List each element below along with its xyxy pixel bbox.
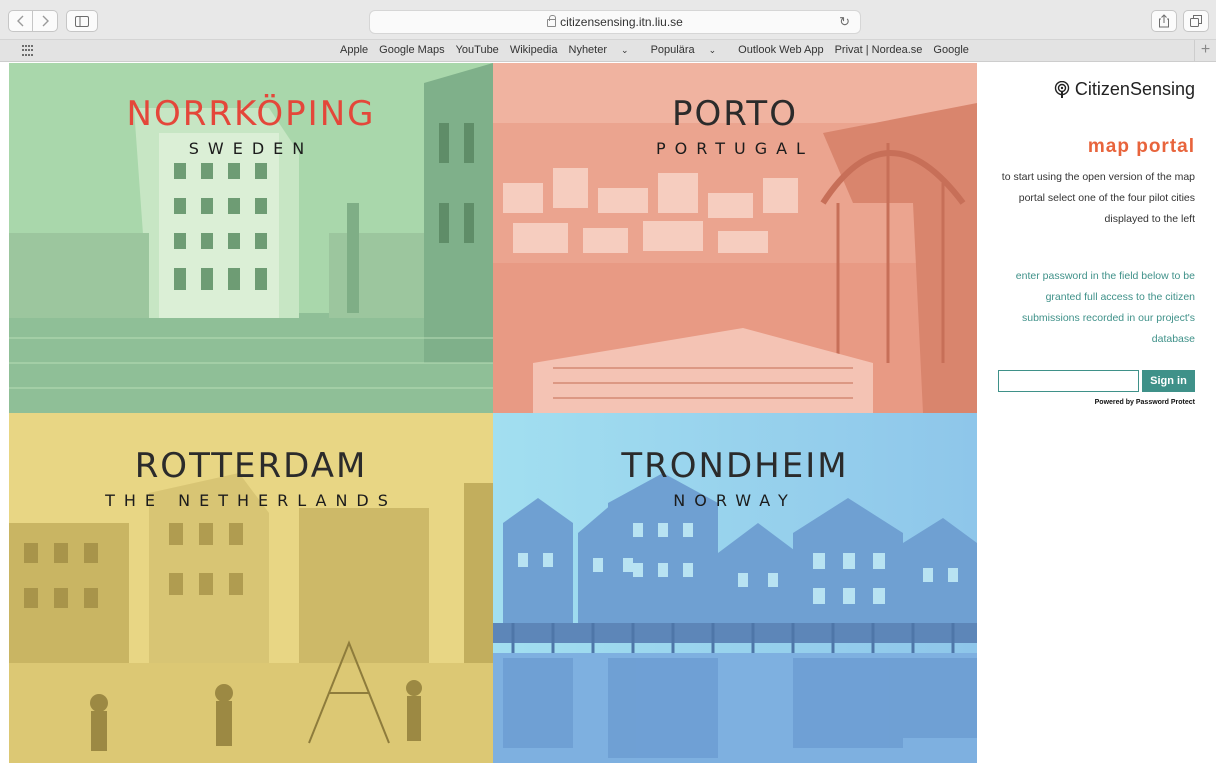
city-tile-norrkoping[interactable]: NORRKÖPING SWEDEN: [9, 63, 493, 413]
password-instructions: enter password in the field below to be …: [1015, 270, 1195, 345]
back-button[interactable]: [8, 10, 33, 32]
share-icon: [1159, 14, 1169, 28]
browser-toolbar: citizensensing.itn.liu.se ↻: [0, 0, 1216, 40]
favorite-nordea[interactable]: Privat | Nordea.se: [835, 44, 923, 56]
favorite-apple[interactable]: Apple: [340, 44, 368, 56]
page-content: NORRKÖPING SWEDEN PORTO PORTUGAL ROTTERD…: [0, 63, 1216, 763]
city-name: TRONDHEIM: [621, 446, 849, 486]
podcast-icon: [1054, 80, 1070, 98]
page-title: map portal: [1087, 136, 1195, 157]
city-name: PORTO: [672, 94, 798, 134]
intro-text: to start using the open version of the m…: [1001, 171, 1195, 225]
tab-overview-button[interactable]: [1183, 10, 1209, 32]
city-tile-trondheim[interactable]: TRONDHEIM NORWAY: [493, 413, 977, 763]
city-tile-rotterdam[interactable]: ROTTERDAM THE NETHERLANDS: [9, 413, 493, 763]
brand-name: CitizenSensing: [1074, 79, 1195, 99]
sidebar-panel: CitizenSensing map portal to start using…: [978, 63, 1216, 761]
sign-in-button[interactable]: Sign in: [1142, 370, 1195, 392]
chevron-left-icon: [16, 15, 23, 27]
favorite-youtube[interactable]: YouTube: [456, 44, 499, 56]
chevron-down-icon: ⌄: [621, 45, 629, 55]
sidebar-toggle-button[interactable]: [66, 10, 98, 32]
url-text: citizensensing.itn.liu.se: [560, 15, 683, 29]
powered-by-text: Powered by Password Protect: [1094, 399, 1195, 406]
sidebar-icon: [75, 15, 89, 27]
chevron-right-icon: [42, 15, 49, 27]
apps-grid-icon[interactable]: [22, 45, 34, 57]
chevron-down-icon: ⌄: [708, 45, 717, 55]
country-name: SWEDEN: [188, 139, 314, 158]
city-name: NORRKÖPING: [126, 94, 376, 134]
tabs-icon: [1190, 15, 1202, 27]
favorite-nyheter-menu[interactable]: Nyheter ⌄: [569, 44, 640, 56]
address-bar[interactable]: citizensensing.itn.liu.se ↻: [369, 10, 861, 34]
city-tile-porto[interactable]: PORTO PORTUGAL: [493, 63, 977, 413]
favorite-outlook[interactable]: Outlook Web App: [738, 44, 823, 56]
favorites-list: Apple Google Maps YouTube Wikipedia Nyhe…: [340, 44, 980, 56]
history-nav: [8, 10, 58, 32]
favorite-google-maps[interactable]: Google Maps: [379, 44, 444, 56]
brand-logo: CitizenSensing: [1054, 79, 1195, 100]
forward-button[interactable]: [33, 10, 58, 32]
country-name: NORWAY: [673, 491, 797, 510]
city-name: ROTTERDAM: [134, 446, 368, 486]
favorites-bar: Apple Google Maps YouTube Wikipedia Nyhe…: [0, 40, 1216, 62]
favorite-wikipedia[interactable]: Wikipedia: [510, 44, 558, 56]
favorite-populara-menu[interactable]: Populära ⌄: [651, 44, 728, 56]
share-button[interactable]: [1151, 10, 1177, 32]
country-name: PORTUGAL: [656, 139, 814, 158]
new-tab-button[interactable]: +: [1194, 40, 1216, 62]
lock-icon: [547, 15, 557, 27]
favorite-google[interactable]: Google: [933, 44, 968, 56]
password-input[interactable]: [998, 370, 1139, 392]
country-name: THE NETHERLANDS: [105, 491, 397, 510]
reload-icon[interactable]: ↻: [839, 14, 850, 30]
